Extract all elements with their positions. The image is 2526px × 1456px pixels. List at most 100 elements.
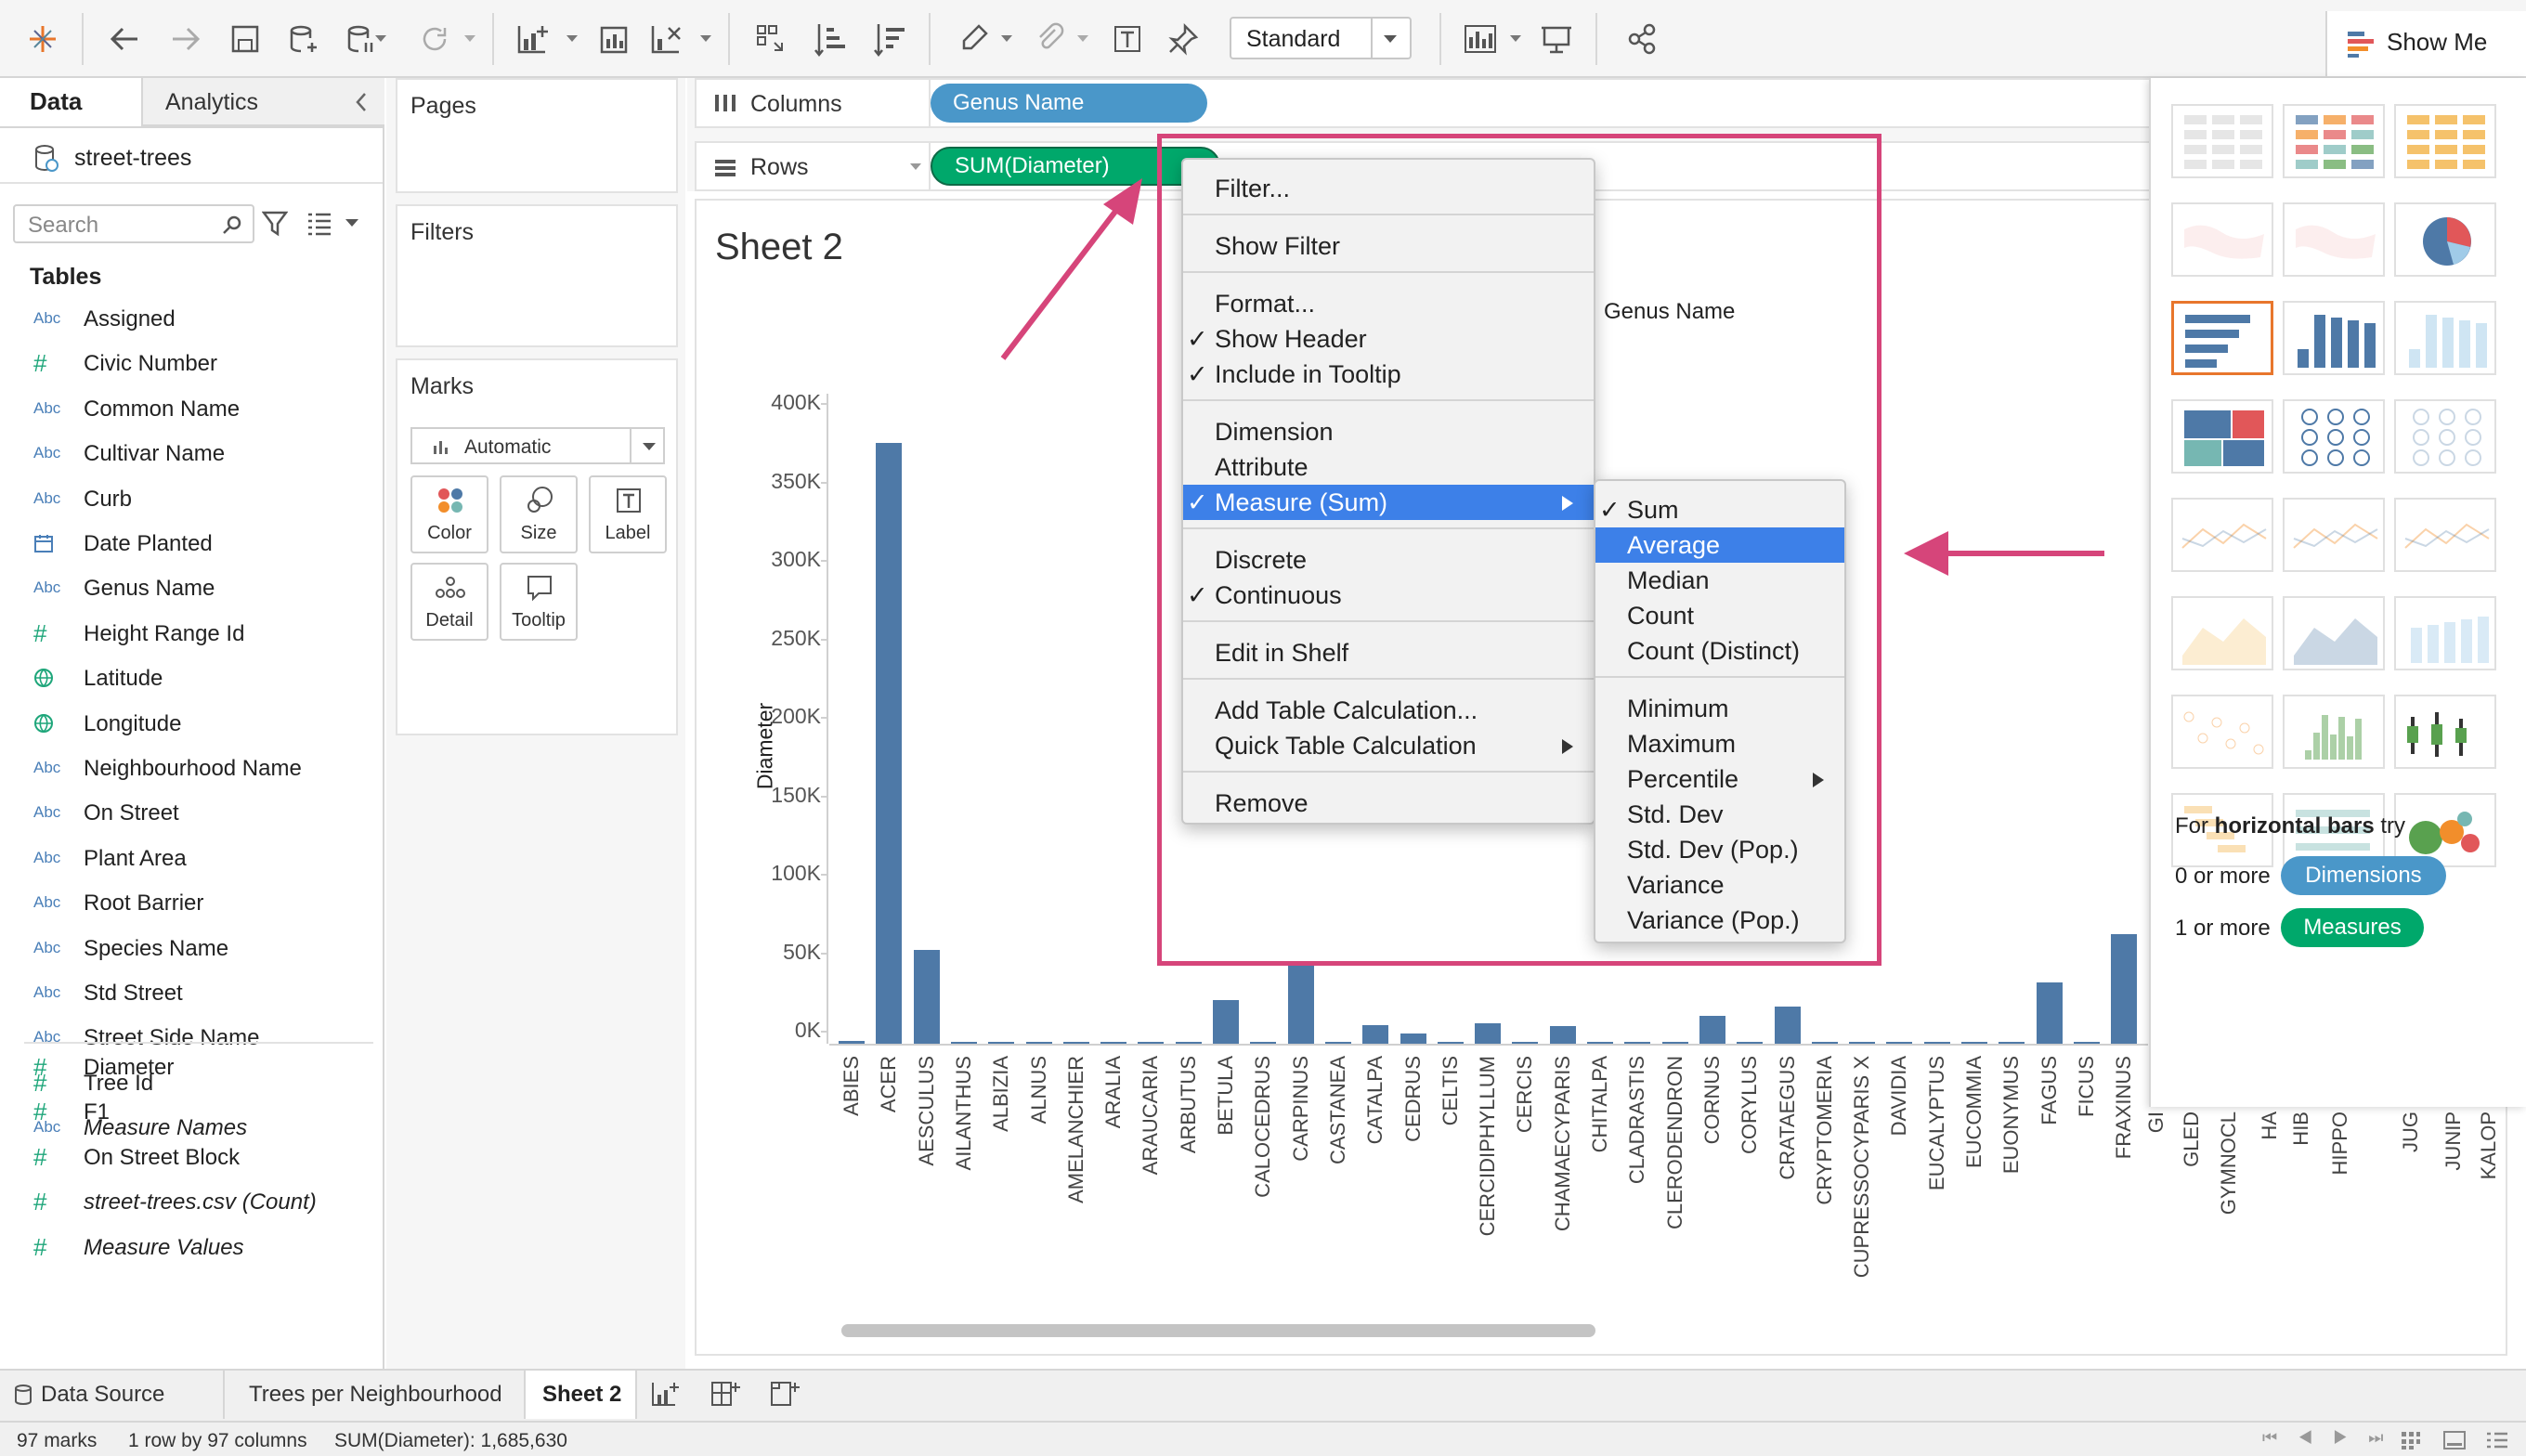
bar[interactable] xyxy=(1849,1042,1876,1044)
rows-dropdown-icon[interactable] xyxy=(910,163,921,170)
new-worksheet-icon[interactable] xyxy=(650,1380,682,1410)
bar[interactable] xyxy=(1025,1042,1052,1044)
measure-field[interactable]: # street-trees.csv (Count) xyxy=(0,1184,371,1221)
measure-field[interactable]: # On Street Block xyxy=(0,1139,371,1176)
bar[interactable] xyxy=(1661,1042,1688,1044)
duplicate-sheet-icon[interactable] xyxy=(591,17,635,61)
chart-type-thumbnail[interactable] xyxy=(2283,202,2385,277)
bar[interactable] xyxy=(876,442,903,1044)
cards-icon[interactable] xyxy=(1458,17,1503,61)
bar[interactable] xyxy=(1324,1041,1351,1044)
horizontal-scrollbar[interactable] xyxy=(841,1324,1595,1337)
swap-rows-columns-icon[interactable] xyxy=(749,17,793,61)
bar[interactable] xyxy=(2111,933,2138,1044)
bar[interactable] xyxy=(1062,1042,1089,1044)
measure-field[interactable]: # Measure Values xyxy=(0,1229,371,1267)
dimension-field[interactable]: # Civic Number xyxy=(0,345,371,383)
chart-type-thumbnail[interactable] xyxy=(2394,399,2496,474)
bar[interactable] xyxy=(1138,1042,1165,1044)
fix-axes-icon[interactable] xyxy=(1161,17,1205,61)
bar[interactable] xyxy=(1886,1041,1913,1044)
clear-sheet-icon[interactable] xyxy=(645,17,689,61)
dimension-field[interactable]: Abc Plant Area xyxy=(0,840,371,878)
undo-icon[interactable] xyxy=(102,17,147,61)
view-options-icon[interactable] xyxy=(306,212,332,236)
show-me-button[interactable]: Show Me xyxy=(2325,11,2526,76)
dimension-field[interactable]: Abc Assigned xyxy=(0,301,371,338)
bar[interactable] xyxy=(1213,999,1239,1044)
bar[interactable] xyxy=(1923,1042,1950,1044)
tab-data[interactable]: Data xyxy=(0,78,141,126)
dimension-field[interactable]: Abc Curb xyxy=(0,481,371,518)
show-labels-icon[interactable] xyxy=(1105,17,1150,61)
tabs-view-icon[interactable] xyxy=(2485,1430,2509,1450)
highlight-icon[interactable] xyxy=(951,17,996,61)
measure-field[interactable]: # Diameter xyxy=(0,1049,371,1086)
dimension-field[interactable]: Abc Root Barrier xyxy=(0,885,371,922)
chart-type-thumbnail[interactable] xyxy=(2283,301,2385,375)
chart-type-thumbnail[interactable] xyxy=(2283,399,2385,474)
tab-trees-per-neighbourhood[interactable]: Trees per Neighbourhood xyxy=(236,1371,524,1419)
dimension-field[interactable]: Latitude xyxy=(0,660,371,697)
redo-icon[interactable] xyxy=(163,17,208,61)
filmstrip-view-icon[interactable] xyxy=(2442,1430,2467,1450)
bar[interactable] xyxy=(1737,1041,1764,1044)
bar[interactable] xyxy=(950,1042,977,1044)
dimension-field[interactable]: Abc Std Street xyxy=(0,975,371,1012)
sheet-navigation[interactable]: ⏮◀▶⏭ xyxy=(2262,1428,2404,1448)
bar[interactable] xyxy=(1999,1042,2025,1044)
bar[interactable] xyxy=(2036,982,2063,1044)
mark-type-select[interactable]: Automatic xyxy=(410,427,665,464)
group-icon[interactable] xyxy=(1027,17,1072,61)
bar[interactable] xyxy=(839,1041,865,1044)
bar[interactable] xyxy=(1512,1042,1539,1044)
datasource-item[interactable]: street-trees xyxy=(33,139,386,176)
chart-type-thumbnail[interactable] xyxy=(2394,104,2496,178)
bar[interactable] xyxy=(1699,1015,1725,1044)
sort-descending-icon[interactable] xyxy=(867,17,912,61)
bar[interactable] xyxy=(1774,1007,1801,1044)
chart-type-thumbnail[interactable] xyxy=(2171,498,2273,572)
size-mark-button[interactable]: Size xyxy=(500,475,578,553)
presentation-mode-icon[interactable] xyxy=(1534,17,1579,61)
measure-field[interactable]: # F1 xyxy=(0,1094,371,1131)
collapse-pane-icon[interactable] xyxy=(353,91,370,113)
chart-type-thumbnail[interactable] xyxy=(2283,695,2385,769)
grid-view-icon[interactable] xyxy=(2400,1430,2422,1450)
genus-name-pill[interactable]: Genus Name xyxy=(931,84,1207,123)
bar[interactable] xyxy=(1250,1042,1277,1044)
dimension-field[interactable]: Abc Species Name xyxy=(0,930,371,968)
dimension-field[interactable]: # Height Range Id xyxy=(0,616,371,653)
bar[interactable] xyxy=(913,949,940,1044)
dimension-field[interactable]: Longitude xyxy=(0,706,371,743)
dimension-field[interactable]: Date Planted xyxy=(0,526,371,563)
view-options-dropdown-icon[interactable] xyxy=(345,219,358,227)
chart-type-thumbnail[interactable] xyxy=(2171,596,2273,670)
chart-type-thumbnail[interactable] xyxy=(2171,399,2273,474)
bar[interactable] xyxy=(1175,1042,1202,1044)
chart-type-thumbnail[interactable] xyxy=(2394,202,2496,277)
bar[interactable] xyxy=(1549,1025,1576,1044)
label-mark-button[interactable]: Label xyxy=(589,475,667,553)
tableau-logo-icon[interactable] xyxy=(20,17,65,61)
tooltip-mark-button[interactable]: Tooltip xyxy=(500,563,578,641)
bar[interactable] xyxy=(988,1042,1015,1044)
dimension-field[interactable]: Abc Genus Name xyxy=(0,570,371,607)
bar[interactable] xyxy=(1811,1042,1838,1044)
chart-type-thumbnail[interactable] xyxy=(2171,202,2273,277)
bar[interactable] xyxy=(1961,1042,1987,1044)
new-datasource-icon[interactable] xyxy=(280,17,325,61)
bar[interactable] xyxy=(1400,1034,1426,1044)
detail-mark-button[interactable]: Detail xyxy=(410,563,488,641)
bar[interactable] xyxy=(1587,1042,1613,1044)
new-story-icon[interactable] xyxy=(769,1380,801,1410)
bar[interactable] xyxy=(1475,1023,1502,1044)
bar[interactable] xyxy=(1624,1042,1651,1044)
filters-card[interactable]: Filters xyxy=(396,204,678,347)
bar[interactable] xyxy=(1362,1024,1389,1044)
chart-type-thumbnail[interactable] xyxy=(2394,596,2496,670)
tab-analytics[interactable]: Analytics xyxy=(141,78,384,126)
search-input[interactable]: Search xyxy=(13,204,254,243)
chart-type-thumbnail[interactable] xyxy=(2283,498,2385,572)
bar[interactable] xyxy=(1437,1042,1464,1044)
